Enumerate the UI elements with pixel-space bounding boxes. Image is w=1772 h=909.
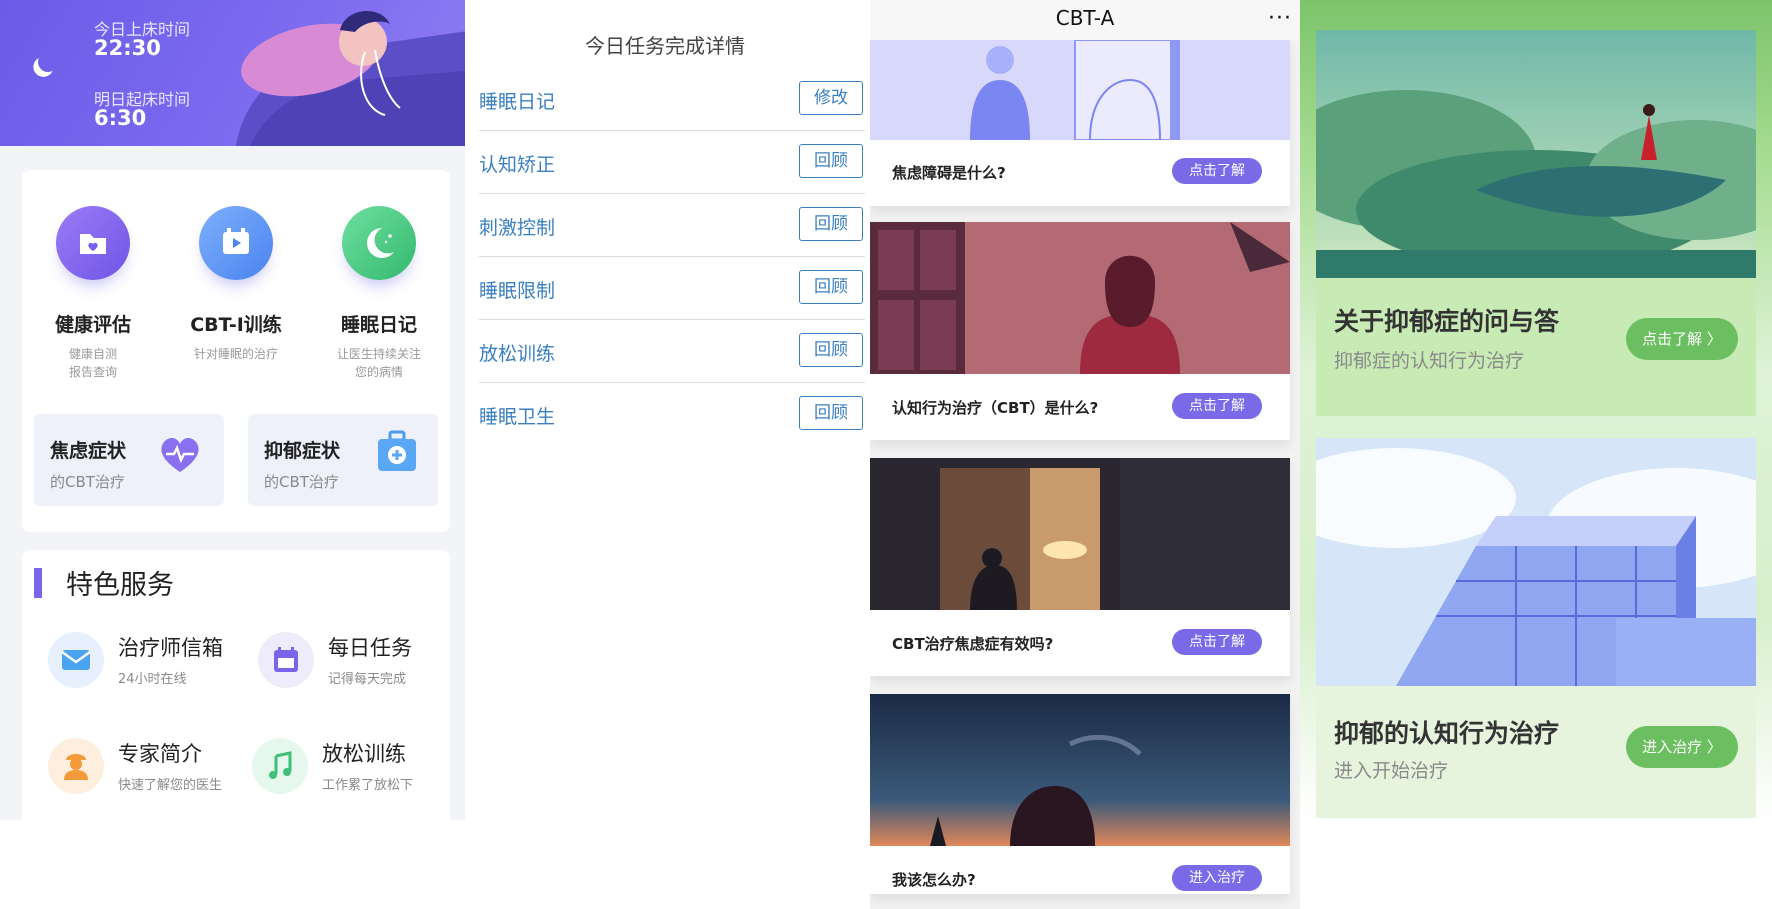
learn-more-button[interactable]: 点击了解 [1172, 629, 1262, 655]
feature-title: CBT-I训练 [190, 314, 282, 336]
card-image [1316, 438, 1756, 686]
service-title: 每日任务 [328, 636, 412, 660]
feature-subtitle: 让医生持续关注 您的病情 [336, 347, 421, 379]
card-subtitle: 抑郁症的认知行为治疗 [1334, 350, 1525, 372]
card-image [1316, 30, 1756, 278]
article-image [870, 222, 1290, 374]
article-image [870, 694, 1290, 846]
more-icon[interactable]: ··· [1268, 6, 1292, 31]
bedtime-value: 22:30 [94, 36, 161, 60]
article-card[interactable]: 焦虑障碍是什么? 点击了解 [870, 40, 1290, 206]
moon-icon [342, 206, 416, 280]
task-details-screen: 今日任务完成详情 睡眠日记 修改 认知矫正 回顾 刺激控制 回顾 睡眠限制 回顾… [465, 0, 865, 909]
card-title: 抑郁的认知行为治疗 [1334, 719, 1560, 748]
edit-button[interactable]: 修改 [799, 81, 863, 115]
feature-title: 健康评估 [54, 314, 131, 336]
article-card[interactable]: CBT治疗焦虑症有效吗? 点击了解 [870, 458, 1290, 676]
depression-screen: 关于抑郁症的问与答 抑郁症的认知行为治疗 点击了解 〉 抑郁的认知行为治疗 进入… [1300, 0, 1772, 909]
nav-title: CBT-A [1055, 6, 1115, 30]
article-image [870, 458, 1290, 610]
task-row-relaxation: 放松训练 回顾 [479, 321, 865, 383]
calendar-icon [258, 632, 314, 688]
service-title: 治疗师信箱 [118, 636, 223, 660]
heart-pulse-icon [161, 437, 199, 472]
task-label[interactable]: 睡眠卫生 [479, 402, 555, 429]
therapy-card[interactable]: 抑郁的认知行为治疗 进入开始治疗 进入治疗 〉 [1316, 438, 1756, 818]
card-subtitle: 进入开始治疗 [1334, 760, 1449, 782]
task-label[interactable]: 睡眠日记 [479, 87, 555, 114]
wake-time-value: 6:30 [94, 106, 147, 130]
service-expert-intro[interactable]: 专家简介 快速了解您的医生 [48, 738, 258, 798]
article-question: CBT治疗焦虑症有效吗? [892, 635, 1054, 653]
music-icon [252, 738, 308, 794]
start-therapy-button[interactable]: 进入治疗 〉 [1626, 726, 1738, 768]
article-card[interactable]: 认知行为治疗（CBT）是什么? 点击了解 [870, 222, 1290, 440]
start-therapy-button[interactable]: 进入治疗 [1172, 865, 1262, 891]
task-label[interactable]: 刺激控制 [479, 213, 555, 240]
feature-subtitle: 健康自测 报告查询 [68, 347, 117, 379]
symptom-subtitle: 的CBT治疗 [264, 473, 339, 491]
article-card[interactable]: 我该怎么办? 进入治疗 [870, 694, 1290, 894]
learn-more-button[interactable]: 点击了解 [1172, 158, 1262, 184]
review-button[interactable]: 回顾 [799, 270, 863, 304]
symptom-subtitle: 的CBT治疗 [50, 473, 125, 491]
article-question: 我该怎么办? [892, 871, 976, 889]
service-subtitle: 24小时在线 [118, 672, 187, 687]
sleep-schedule-header: 今日上床时间 22:30 明日起床时间 6:30 [0, 0, 465, 146]
task-label[interactable]: 睡眠限制 [479, 276, 555, 303]
task-label[interactable]: 放松训练 [479, 339, 555, 366]
feature-card: 健康评估 健康自测 报告查询 CBT-I训练 针对睡眠的治疗 睡眠日记 让医生持… [22, 170, 450, 532]
task-label[interactable]: 认知矫正 [479, 150, 555, 177]
service-subtitle: 快速了解您的医生 [118, 778, 223, 793]
task-row-stimulus-control: 刺激控制 回顾 [479, 195, 865, 257]
moon-icon [35, 49, 61, 75]
service-title: 专家简介 [118, 742, 202, 766]
service-relaxation[interactable]: 放松训练 工作累了放松下 [252, 738, 462, 798]
task-row-sleep-diary: 睡眠日记 修改 [479, 69, 865, 131]
nav-bar: CBT-A ··· [870, 0, 1300, 40]
learn-more-button[interactable]: 点击了解 [1172, 393, 1262, 419]
review-button[interactable]: 回顾 [799, 207, 863, 241]
folder-heart-icon [56, 206, 130, 280]
doctor-icon [48, 738, 104, 794]
page-title: 今日任务完成详情 [585, 34, 745, 58]
qa-card[interactable]: 关于抑郁症的问与答 抑郁症的认知行为治疗 点击了解 〉 [1316, 30, 1756, 416]
article-question: 焦虑障碍是什么? [892, 164, 1006, 182]
service-subtitle: 工作累了放松下 [322, 778, 414, 793]
service-daily-tasks[interactable]: 每日任务 记得每天完成 [258, 632, 465, 692]
video-icon [199, 206, 273, 280]
feature-cbt-training[interactable]: CBT-I训练 针对睡眠的治疗 [165, 206, 307, 363]
task-row-cognitive-correction: 认知矫正 回顾 [479, 132, 865, 194]
section-accent-bar [34, 568, 42, 598]
service-subtitle: 记得每天完成 [328, 672, 407, 687]
article-image [870, 40, 1290, 140]
feature-sleep-diary[interactable]: 睡眠日记 让医生持续关注 您的病情 [308, 206, 450, 381]
review-button[interactable]: 回顾 [799, 333, 863, 367]
card-title: 关于抑郁症的问与答 [1334, 307, 1560, 336]
task-row-sleep-restriction: 睡眠限制 回顾 [479, 258, 865, 320]
feature-health-assessment[interactable]: 健康评估 健康自测 报告查询 [22, 206, 164, 381]
article-question: 认知行为治疗（CBT）是什么? [892, 399, 1099, 417]
mail-icon [48, 632, 104, 688]
review-button[interactable]: 回顾 [799, 396, 863, 430]
medical-kit-icon [378, 430, 416, 471]
cbt-a-screen: CBT-A ··· 焦虑障碍是什么? 点击了解 认知行为治疗（CBT）是什么? … [870, 0, 1300, 909]
review-button[interactable]: 回顾 [799, 144, 863, 178]
learn-more-button[interactable]: 点击了解 〉 [1626, 318, 1738, 360]
feature-title: 睡眠日记 [340, 314, 417, 336]
feature-subtitle: 针对睡眠的治疗 [193, 347, 278, 361]
home-screen: 今日上床时间 22:30 明日起床时间 6:30 健康评估 健康自测报告查询 [0, 0, 465, 820]
service-title: 放松训练 [322, 742, 406, 766]
sleeping-person-illustration [236, 11, 465, 146]
depression-symptom-card[interactable]: 抑郁症状 的CBT治疗 [248, 414, 438, 506]
services-title: 特色服务 [66, 570, 174, 601]
service-therapist-mailbox[interactable]: 治疗师信箱 24小时在线 [48, 632, 258, 692]
task-row-sleep-hygiene: 睡眠卫生 回顾 [479, 384, 865, 446]
anxiety-symptom-card[interactable]: 焦虑症状 的CBT治疗 [34, 414, 224, 506]
